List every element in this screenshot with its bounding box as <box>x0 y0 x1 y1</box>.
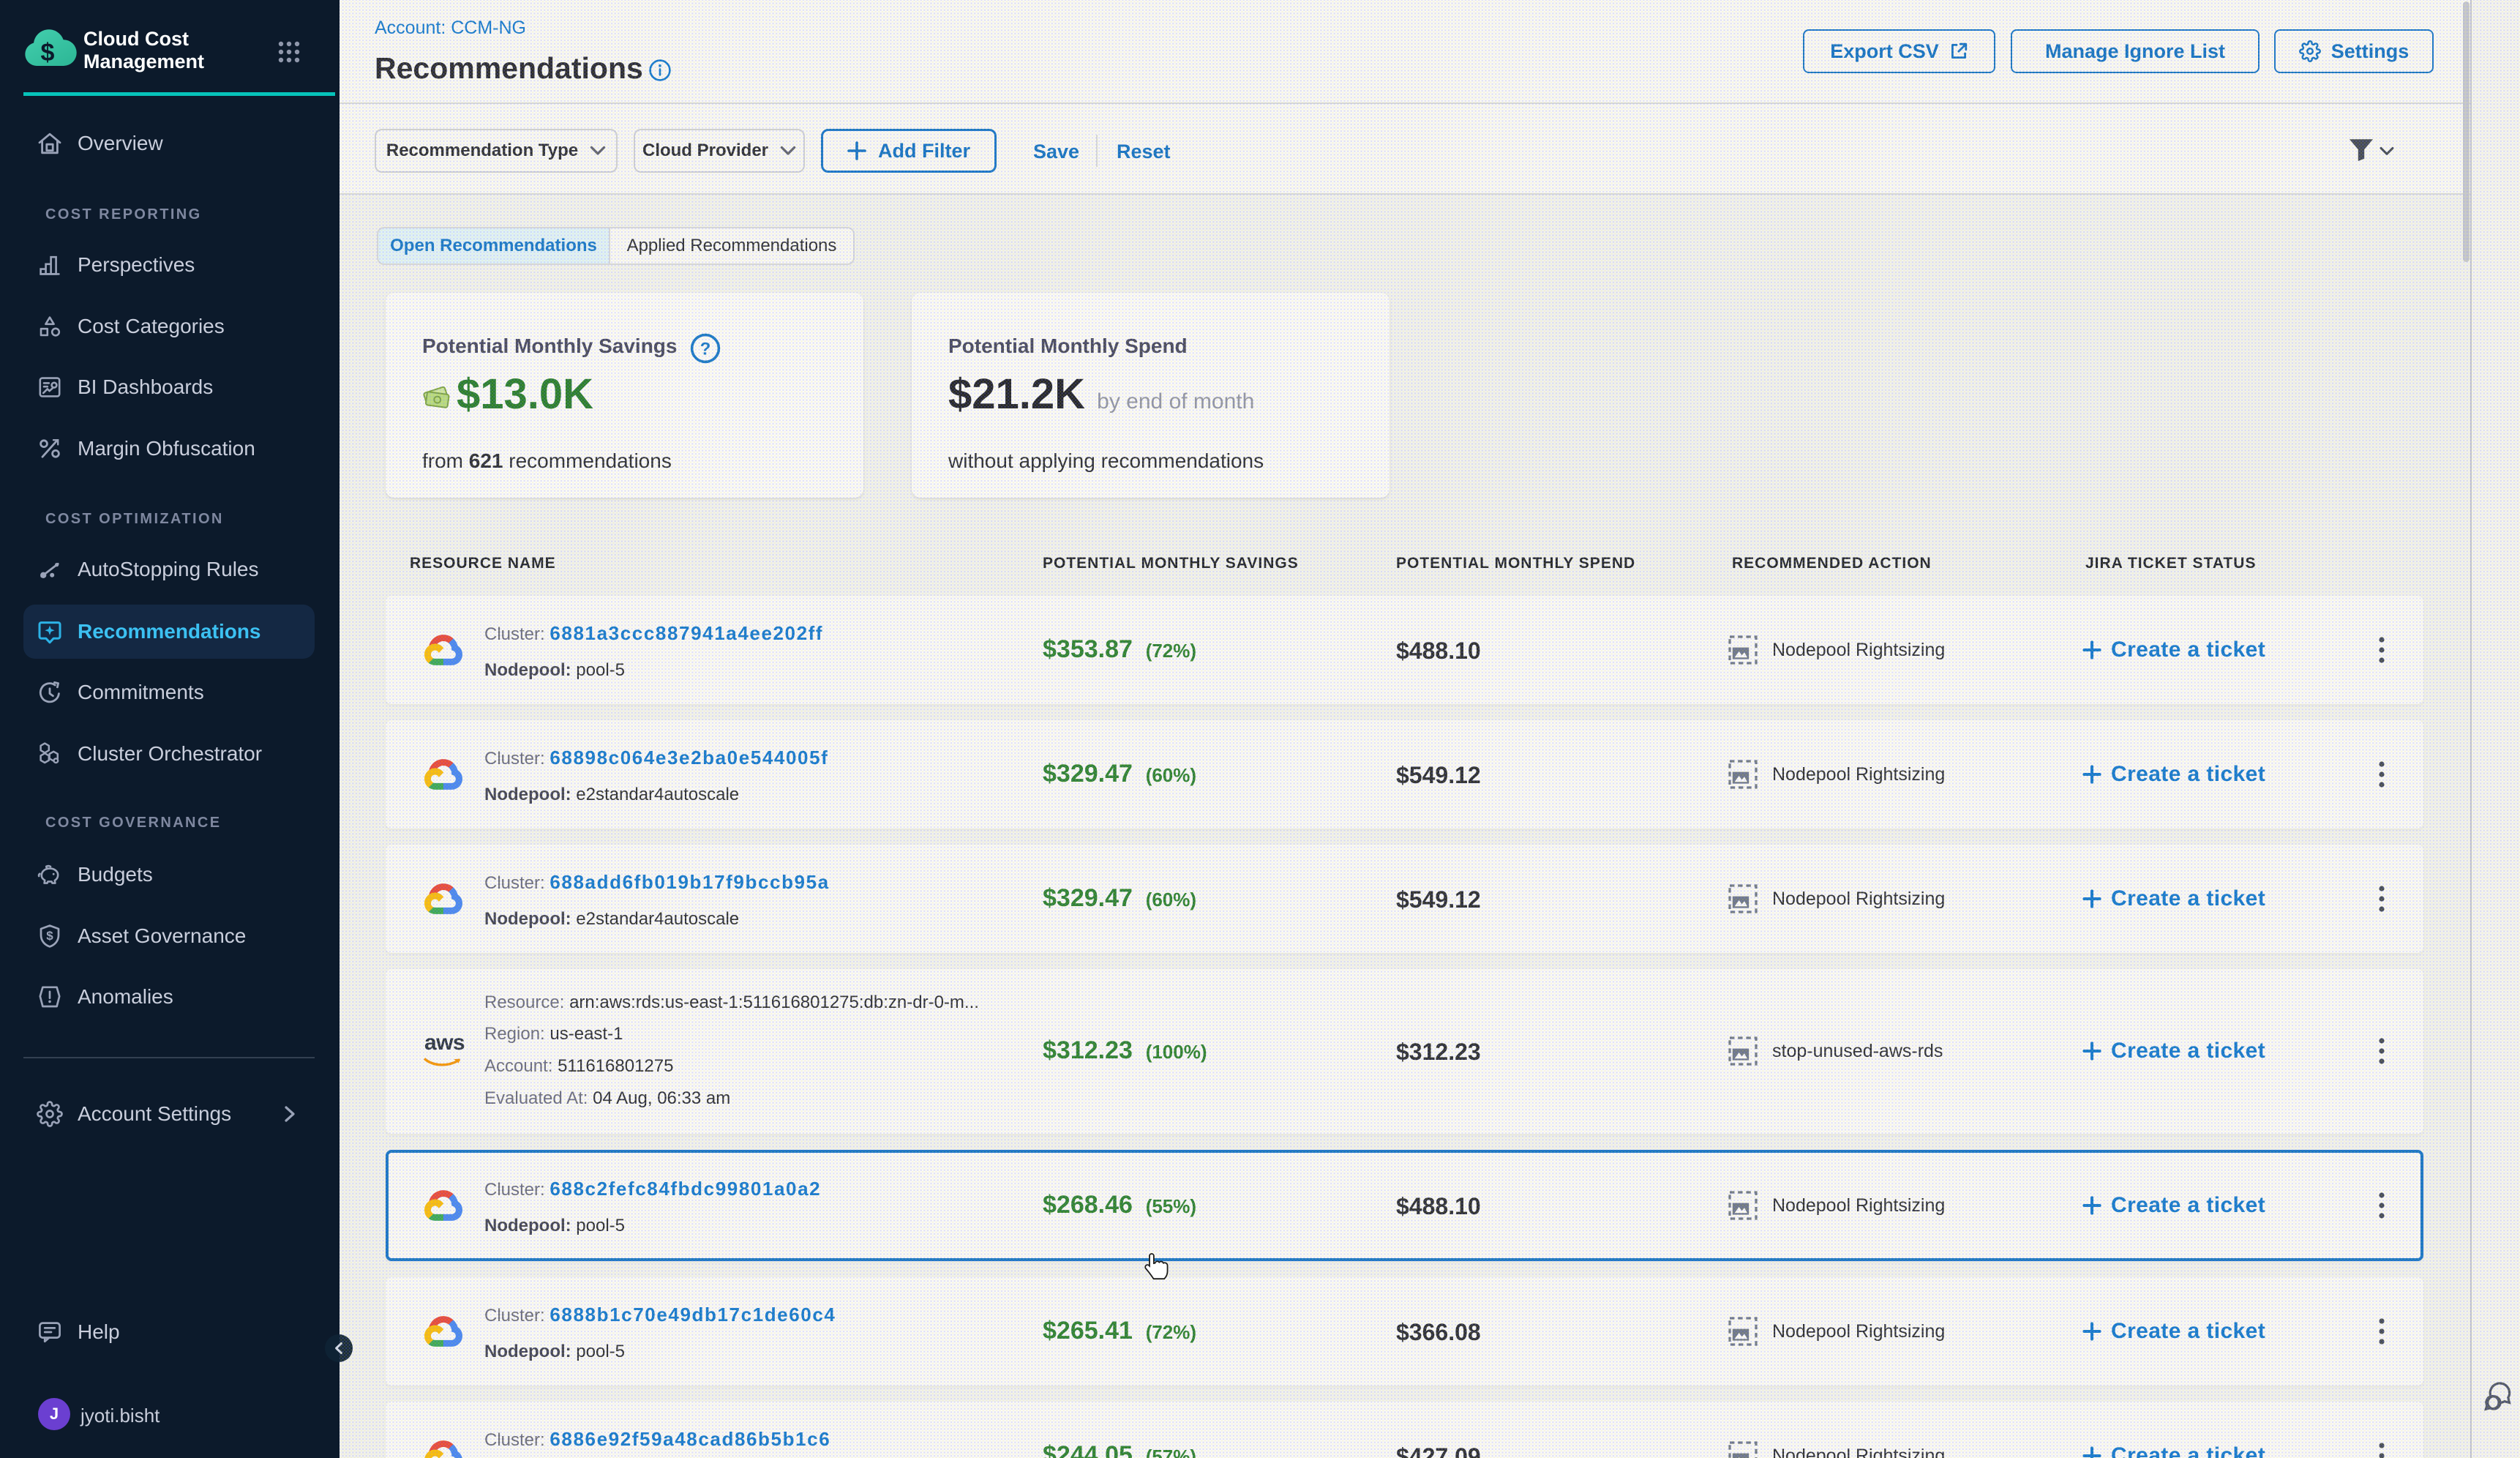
svg-text:?: ? <box>700 340 711 359</box>
svg-text:$: $ <box>46 929 53 943</box>
svg-text:$: $ <box>41 39 55 67</box>
